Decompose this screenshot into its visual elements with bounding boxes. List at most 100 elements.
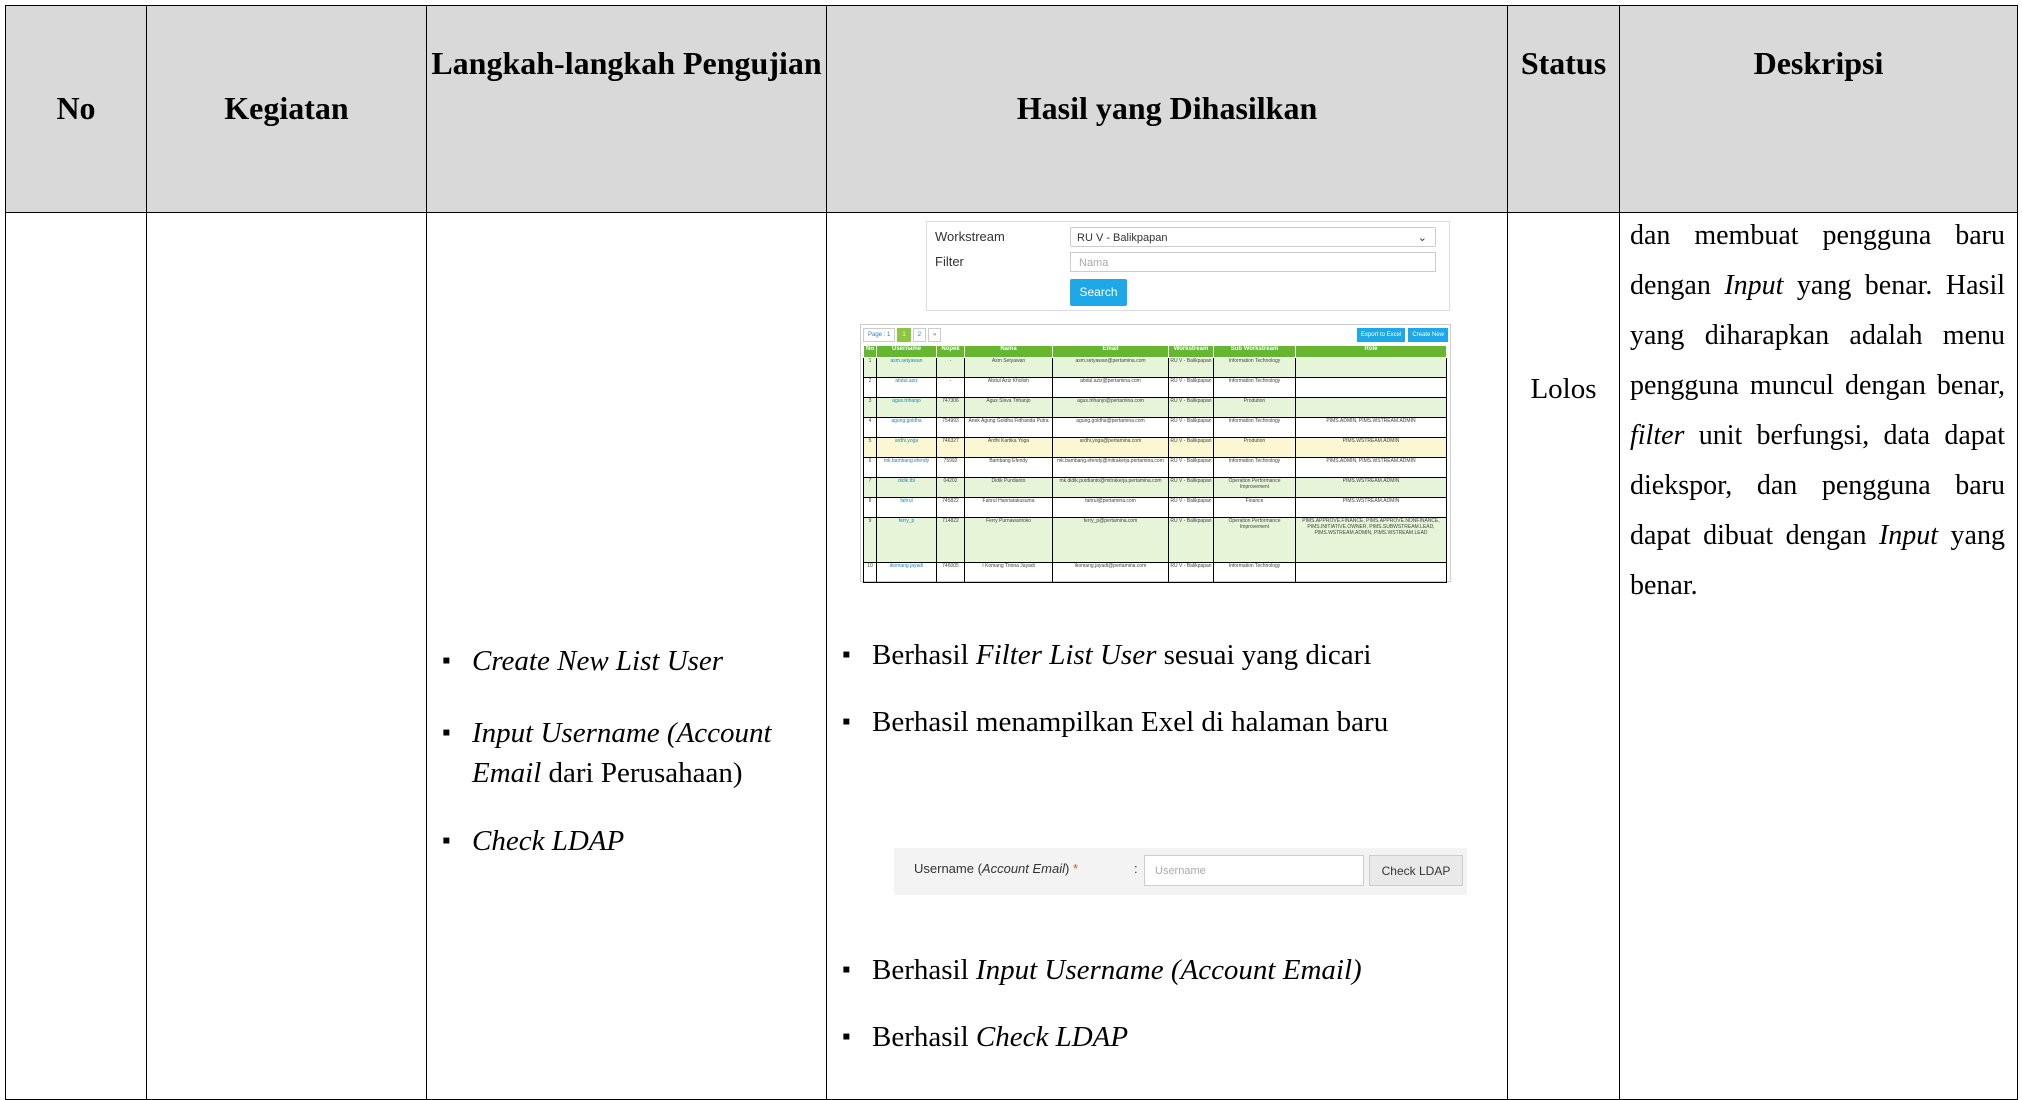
create-new-button[interactable]: Create New: [1408, 328, 1448, 342]
table-cell: Abdul Aziz Kholish: [964, 377, 1053, 398]
table-cell: 75992: [936, 457, 965, 478]
column-header: Sub Workstream: [1213, 345, 1296, 358]
table-cell: abdul.aziz@pertamina.com: [1052, 377, 1169, 398]
header-no: No: [5, 5, 147, 213]
table-cell: PIMS.APPROVE.FINANCE, PIMS.APPROVE.NONFI…: [1295, 517, 1447, 563]
table-row: 4 agung.goldha 754993 Anek Agung Goldha Fid…: [863, 417, 1447, 438]
table-cell: RU V - Balikpapan: [1168, 457, 1214, 478]
cell-deskripsi: dan membuat pengguna baru dengan Input y…: [1619, 212, 2018, 1100]
table-cell: [1295, 357, 1447, 378]
list-item-italic: Check LDAP: [472, 825, 625, 857]
desc-part: filter: [1630, 420, 1685, 451]
table-cell[interactable]: ardhi.yoga: [876, 437, 937, 458]
table-cell: PIMS.ADMIN, PIMS.WSTREAM.ADMIN: [1295, 457, 1447, 478]
header-hasil: Hasil yang Dihasilkan: [826, 5, 1508, 213]
table-cell: 746327: [936, 437, 965, 458]
column-header: Nama: [964, 345, 1053, 358]
filter-label: Filter: [935, 254, 964, 269]
hasil-bullets-1: Berhasil Filter List User sesuai yang di…: [839, 635, 1388, 769]
table-cell: 745822: [936, 497, 965, 518]
table-cell: 2: [863, 377, 877, 398]
table-cell[interactable]: ikomang.jayadi: [876, 562, 937, 583]
table-cell[interactable]: agung.goldha: [876, 417, 937, 438]
list-item: Berhasil menampilkan Exel di halaman bar…: [839, 702, 1388, 742]
table-row: 3 agus.trihanjo 747306 Agus Sisva Trihanjo a…: [863, 397, 1447, 418]
table-cell: RU V - Balikpapan: [1168, 377, 1214, 398]
table-cell[interactable]: abdul.aziz: [876, 377, 937, 398]
table-row: 6 mk.bambang.efendy 75992 Bambang Efendy mk.…: [863, 457, 1447, 478]
desc-part: Input: [1878, 520, 1939, 551]
cell-no: [5, 212, 147, 1100]
table-cell: PIMS.ADMIN, PIMS.WSTREAM.ADMIN: [1295, 417, 1447, 438]
filter-input[interactable]: Nama: [1070, 252, 1436, 272]
table-row: 7 didik.tbl 04202 Didik Purdianto mk.didik.p…: [863, 477, 1447, 498]
chevron-down-icon: ⌄: [1417, 232, 1427, 244]
table-row: 5 ardhi.yoga 746327 Ardhi Kartika Yoga ardhi…: [863, 437, 1447, 458]
table-cell[interactable]: mk.bambang.efendy: [876, 457, 937, 478]
table-cell: ardhi.yoga@pertamina.com: [1052, 437, 1169, 458]
table-cell: ferry_p@pertamina.com: [1052, 517, 1169, 563]
page-link[interactable]: »: [928, 328, 942, 342]
header-deskripsi: Deskripsi: [1619, 5, 2018, 213]
table-cell[interactable]: didik.tbl: [876, 477, 937, 498]
table-cell: Ardhi Kartika Yoga: [964, 437, 1053, 458]
export-excel-button[interactable]: Export to Excel: [1356, 328, 1406, 342]
table-header-row: No Kegiatan Langkah-langkah Pengujian Ha…: [5, 5, 2018, 213]
table-cell: 10: [863, 562, 877, 583]
table-cell: asm.setyawan@pertamina.com: [1052, 357, 1169, 378]
table-cell: PIMS.WSTREAM.ADMIN: [1295, 477, 1447, 498]
check-ldap-button[interactable]: Check LDAP: [1369, 855, 1463, 886]
table-cell: 3: [863, 397, 877, 418]
workstream-select[interactable]: RU V - Balikpapan ⌄: [1070, 227, 1436, 247]
list-item-text: sesuai yang dicari: [1156, 639, 1372, 671]
page-link[interactable]: 1: [897, 328, 911, 342]
table-cell: Information Technology: [1213, 357, 1296, 378]
table-cell[interactable]: fahrul: [876, 497, 937, 518]
table-row: Create New List User Input Username (Acco…: [5, 212, 2018, 1100]
table-cell: agus.trihanjo@pertamina.com: [1052, 397, 1169, 418]
table-cell: RU V - Balikpapan: [1168, 562, 1214, 583]
username-input[interactable]: Username: [1144, 855, 1364, 886]
table-actions: Export to Excel Create New: [1356, 328, 1448, 342]
username-label: Username (Account Email) *: [914, 861, 1079, 876]
table-cell: 754993: [936, 417, 965, 438]
table-cell: 714822: [936, 517, 965, 563]
table-cell[interactable]: asm.setyawan: [876, 357, 937, 378]
table-cell: I Komang Triona Jayadi: [964, 562, 1053, 583]
list-item-text: Berhasil: [872, 954, 976, 986]
table-cell: RU V - Balikpapan: [1168, 477, 1214, 498]
list-item: Check LDAP: [439, 821, 826, 861]
page-link[interactable]: 2: [912, 328, 927, 342]
header-status: Status: [1507, 5, 1620, 213]
header-langkah: Langkah-langkah Pengujian: [426, 5, 827, 213]
table-cell: RU V - Balikpapan: [1168, 517, 1214, 563]
search-button[interactable]: Search: [1070, 279, 1127, 306]
list-item-italic: Input Username (Account Email): [975, 954, 1362, 986]
list-item-text: Berhasil: [872, 1021, 976, 1053]
list-item: Berhasil Filter List User sesuai yang di…: [839, 635, 1388, 675]
list-item-text: Berhasil: [872, 639, 976, 671]
workstream-value: RU V - Balikpapan: [1077, 232, 1168, 244]
table-row: 8 fahrul 745822 Fahrul Hanriatakusuma fahrul…: [863, 497, 1447, 518]
table-cell: 6: [863, 457, 877, 478]
table-cell: mk.didik.purdianto@mitrakerja.pertamina.…: [1052, 477, 1169, 498]
table-cell: 4: [863, 417, 877, 438]
table-cell: Operation Performance Improvement: [1213, 477, 1296, 498]
table-cell: 8: [863, 497, 877, 518]
table-cell: Finance: [1213, 497, 1296, 518]
table-cell: -: [936, 357, 965, 378]
column-header: Role: [1295, 345, 1447, 358]
table-cell: RU V - Balikpapan: [1168, 417, 1214, 438]
table-cell: RU V - Balikpapan: [1168, 497, 1214, 518]
column-header: Email: [1052, 345, 1169, 358]
colon: :: [1134, 861, 1138, 876]
status-value: Lolos: [1530, 373, 1597, 405]
table-cell[interactable]: agus.trihanjo: [876, 397, 937, 418]
list-item-italic: Check LDAP: [975, 1021, 1129, 1053]
page-link: Page : 1: [863, 328, 896, 342]
table-cell: -: [936, 377, 965, 398]
cell-kegiatan: [146, 212, 427, 1100]
test-case-table: No Kegiatan Langkah-langkah Pengujian Ha…: [5, 5, 2018, 1100]
table-cell[interactable]: ferry_p: [876, 517, 937, 563]
column-header: Workstream: [1168, 345, 1214, 358]
